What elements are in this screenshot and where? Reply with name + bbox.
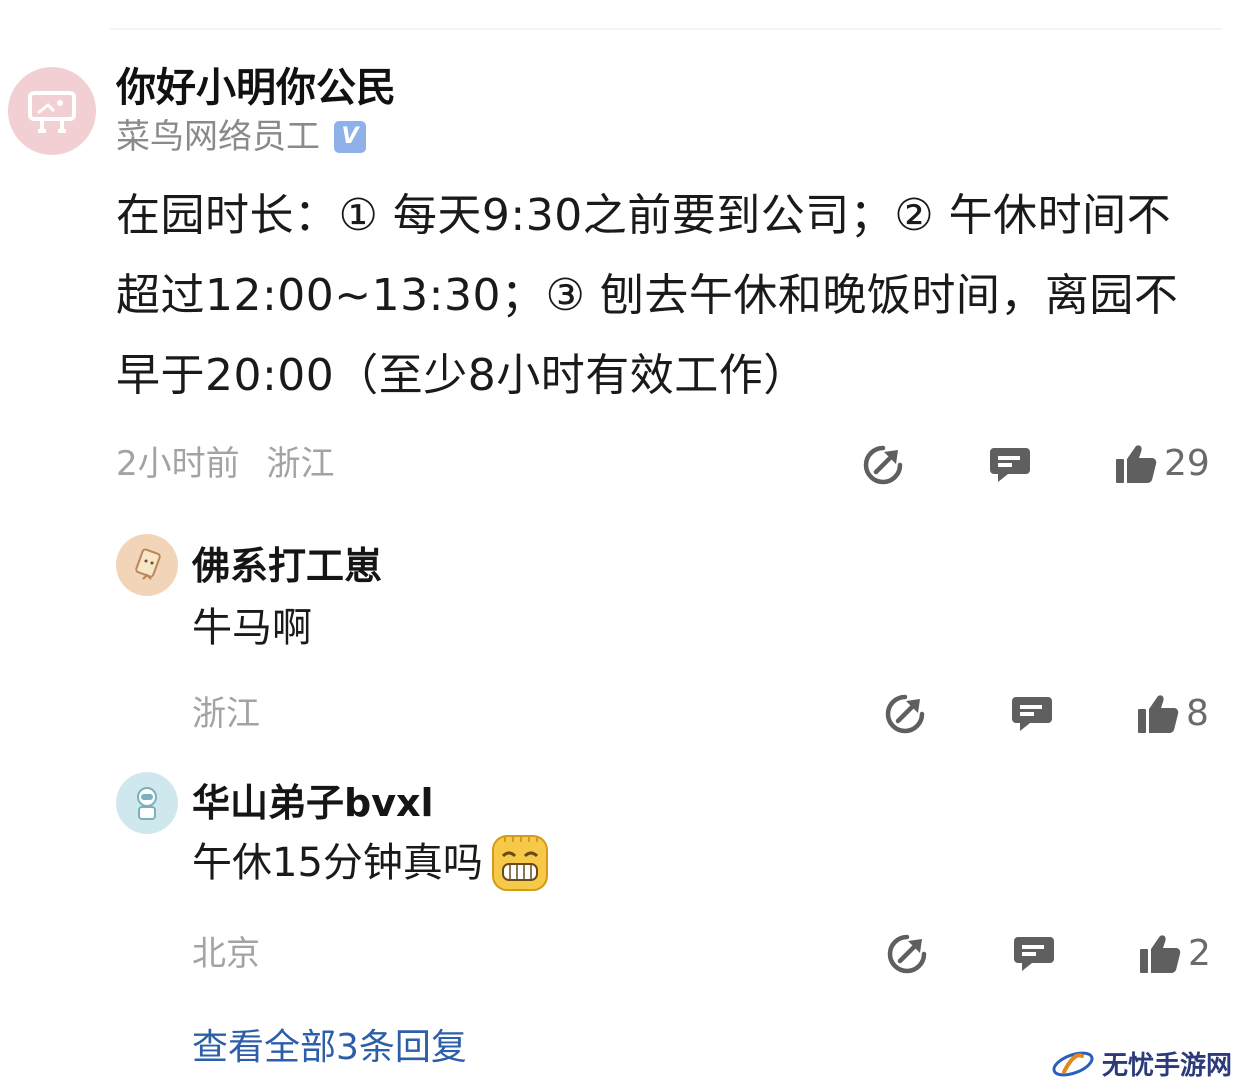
like-count: 29 (1164, 443, 1210, 484)
reply-text: 午休15分钟真吗 (192, 834, 549, 892)
comment-icon (990, 448, 1030, 482)
comment-username[interactable]: 你好小明你公民 (116, 62, 396, 114)
reply-username[interactable]: 华山弟子bvxl (192, 778, 434, 828)
reply-button[interactable] (1012, 933, 1056, 975)
reply-button[interactable] (1010, 693, 1054, 735)
reply-text: 牛马啊 (192, 601, 312, 655)
share-button[interactable] (886, 933, 928, 975)
view-all-replies-link[interactable]: 查看全部3条回复 (192, 1024, 467, 1072)
comment-time: 2小时前 (116, 444, 240, 484)
grin-emoji-icon (491, 835, 548, 891)
reply-location: 浙江 (192, 694, 260, 734)
thumbs-up-icon (1140, 935, 1181, 973)
thumbs-up-icon (1138, 695, 1179, 733)
comment-icon (1012, 697, 1052, 731)
thumbs-up-icon (1116, 445, 1157, 483)
avatar-cartoon-icon (135, 548, 161, 580)
reply-text-content: 牛马啊 (192, 605, 312, 651)
reply-username[interactable]: 佛系打工崽 (192, 541, 382, 591)
share-icon (887, 934, 927, 974)
like-button[interactable]: 8 (1136, 692, 1209, 736)
user-title: 菜鸟网络员工 V (116, 114, 366, 160)
avatar-astronaut-icon (137, 787, 157, 820)
share-button[interactable] (862, 444, 904, 486)
avatar[interactable] (116, 772, 178, 834)
like-count: 2 (1188, 933, 1211, 974)
share-icon (863, 445, 903, 485)
like-button[interactable]: 2 (1138, 932, 1211, 976)
watermark-logo-icon (1052, 1051, 1094, 1076)
verified-badge-icon: V (334, 121, 366, 153)
user-title-text: 菜鸟网络员工 (116, 117, 320, 157)
avatar[interactable] (8, 67, 96, 155)
comment-meta: 2小时前 浙江 (116, 442, 334, 486)
like-count: 8 (1186, 693, 1209, 734)
share-icon (885, 694, 925, 734)
reply-location: 北京 (192, 934, 260, 974)
comment-icon (1014, 937, 1054, 971)
watermark-text: 无忧手游网 (1101, 1051, 1232, 1081)
reply-text-content: 午休15分钟真吗 (192, 840, 483, 886)
avatar[interactable] (116, 534, 178, 596)
reply-button[interactable] (988, 444, 1032, 486)
comment-location: 浙江 (266, 444, 335, 484)
like-button[interactable]: 29 (1114, 442, 1210, 486)
share-button[interactable] (884, 693, 926, 735)
top-divider (110, 28, 1222, 30)
watermark: 无忧手游网 (1050, 1045, 1232, 1082)
comment-body: 在园时长：① 每天9:30之前要到公司；② 午休时间不超过12:00~13:30… (116, 190, 1179, 401)
avatar-robot-icon (28, 91, 76, 133)
